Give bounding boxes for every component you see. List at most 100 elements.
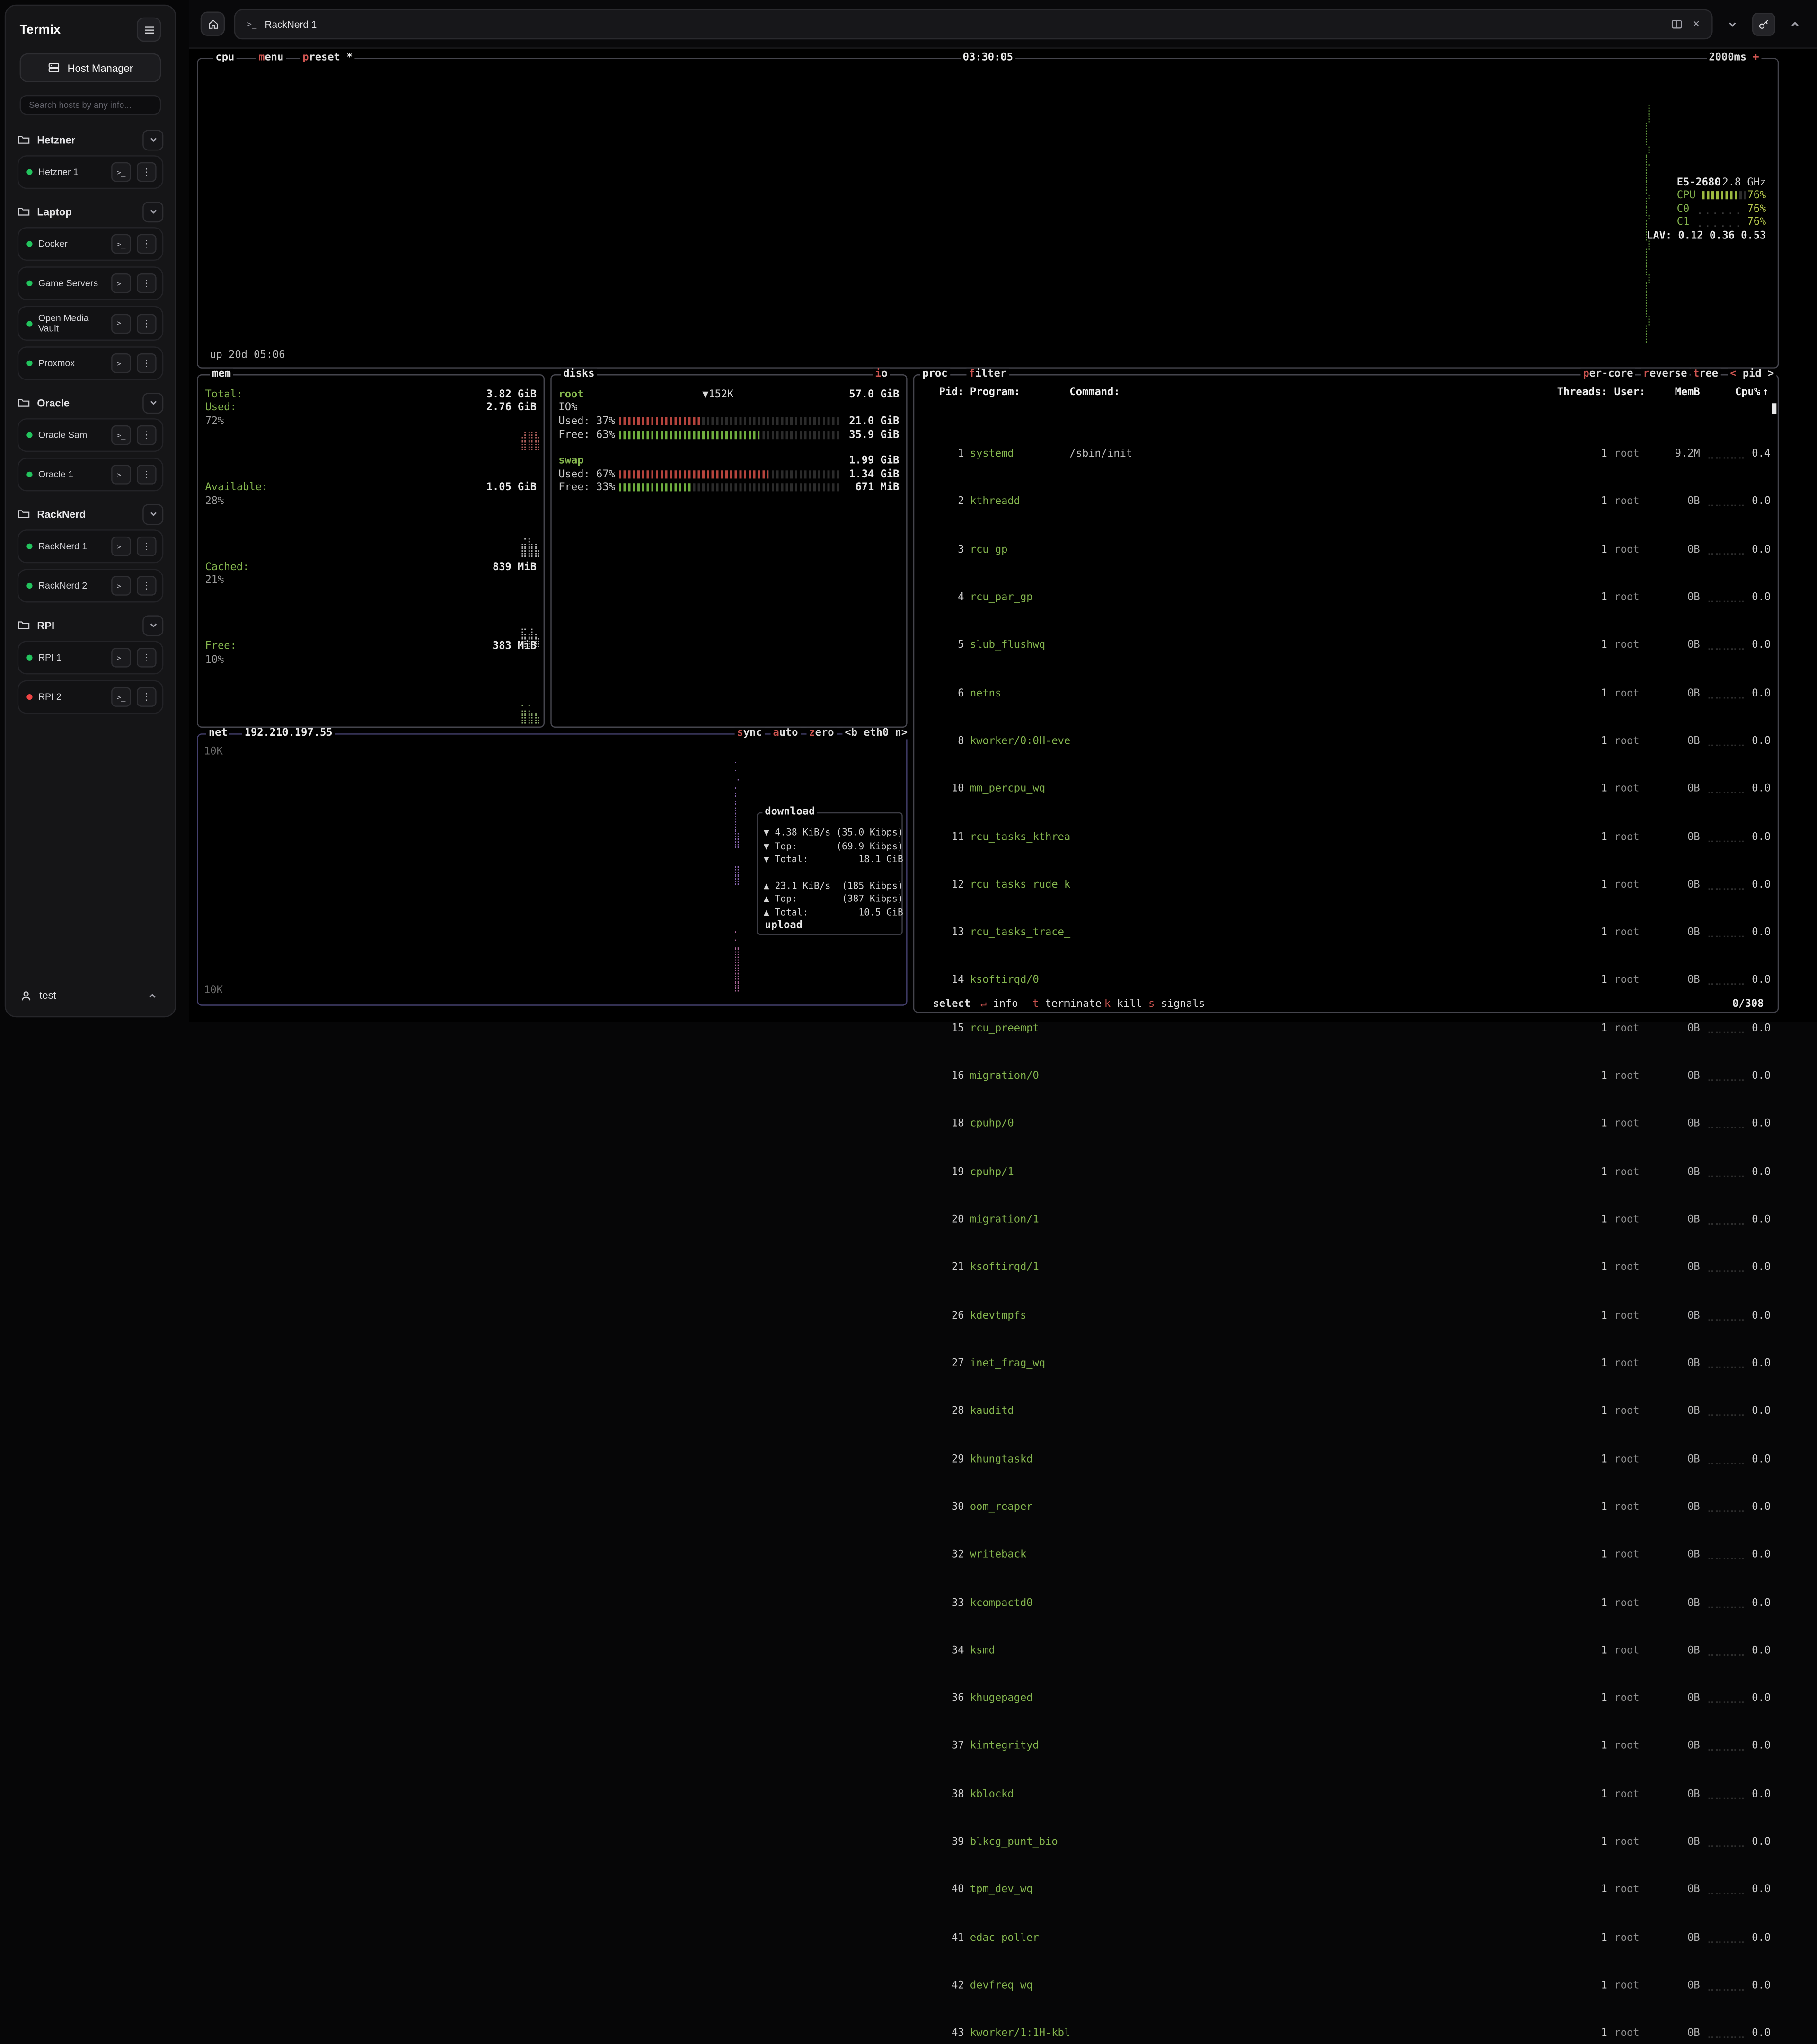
group-collapse-button[interactable]: [142, 201, 163, 222]
host-more-button[interactable]: ⋮: [137, 314, 157, 334]
host-more-button[interactable]: ⋮: [137, 234, 157, 254]
host-terminal-button[interactable]: >_: [111, 576, 131, 596]
proc-row[interactable]: 10 mm_percpu_wq 1 root 0B 0.0: [924, 784, 1768, 797]
host-terminal-button[interactable]: >_: [111, 354, 131, 374]
host-terminal-button[interactable]: >_: [111, 234, 131, 254]
proc-row[interactable]: 3 rcu_gp 1 root 0B 0.0: [924, 544, 1768, 557]
host-item[interactable]: Oracle Sam >_ ⋮: [18, 419, 164, 452]
group-header[interactable]: Laptop: [18, 202, 164, 221]
net-sync-tag[interactable]: sync: [735, 728, 765, 739]
group-header[interactable]: Oracle: [18, 393, 164, 413]
proc-reverse-tag[interactable]: reverse: [1641, 369, 1690, 380]
tab-close-button[interactable]: ×: [1693, 18, 1700, 29]
proc-row[interactable]: 32 writeback 1 root 0B 0.0: [924, 1550, 1768, 1563]
proc-tree-tag[interactable]: tree: [1691, 369, 1720, 380]
proc-row[interactable]: 16 migration/0 1 root 0B 0.0: [924, 1071, 1768, 1084]
host-more-button[interactable]: ⋮: [137, 354, 157, 374]
terminal-tab[interactable]: >_ RackNerd 1 ×: [234, 9, 1713, 39]
proc-row[interactable]: 1 systemd /sbin/init 1 root 9.2M 0.4: [924, 449, 1768, 462]
admin-key-button[interactable]: [1752, 12, 1775, 35]
host-item[interactable]: RPI 1 >_ ⋮: [18, 641, 164, 675]
host-more-button[interactable]: ⋮: [137, 648, 157, 668]
group-collapse-button[interactable]: [142, 393, 163, 414]
host-item[interactable]: Hetzner 1 >_ ⋮: [18, 155, 164, 189]
panel-down-button[interactable]: [1722, 13, 1743, 34]
split-view-icon[interactable]: [1670, 18, 1682, 29]
proc-row[interactable]: 28 kauditd 1 root 0B 0.0: [924, 1406, 1768, 1419]
host-manager-button[interactable]: Host Manager: [20, 53, 161, 82]
terminal[interactable]: cpu menu preset * 03:30:05 2000ms + ⢸ ⢸ …: [189, 49, 1817, 1022]
proc-row[interactable]: 12 rcu_tasks_rude_k 1 root 0B 0.0: [924, 879, 1768, 892]
proc-filter-tag[interactable]: filter: [966, 369, 1008, 380]
host-item[interactable]: Game Servers >_ ⋮: [18, 266, 164, 300]
proc-row[interactable]: 37 kintegrityd 1 root 0B 0.0: [924, 1741, 1768, 1754]
net-auto-tag[interactable]: auto: [771, 728, 801, 739]
header-command[interactable]: Command:: [1069, 387, 1120, 398]
proc-row[interactable]: 8 kworker/0:0H-eve 1 root 0B 0.0: [924, 736, 1768, 749]
host-terminal-button[interactable]: >_: [111, 648, 131, 668]
header-cpu[interactable]: Cpu%: [1730, 387, 1760, 398]
proc-row[interactable]: 36 khugepaged 1 root 0B 0.0: [924, 1693, 1768, 1706]
host-terminal-button[interactable]: >_: [111, 687, 131, 707]
footer-select[interactable]: select: [931, 999, 973, 1010]
io-mode-tag[interactable]: io: [873, 369, 890, 380]
host-more-button[interactable]: ⋮: [137, 162, 157, 182]
proc-row[interactable]: 6 netns 1 root 0B 0.0: [924, 688, 1768, 701]
proc-row[interactable]: 38 kblockd 1 root 0B 0.0: [924, 1789, 1768, 1802]
host-more-button[interactable]: ⋮: [137, 687, 157, 707]
group-collapse-button[interactable]: [142, 615, 163, 636]
host-terminal-button[interactable]: >_: [111, 314, 131, 334]
home-button[interactable]: [201, 11, 225, 35]
panel-up-button[interactable]: [1784, 13, 1805, 34]
menu-tag[interactable]: menu: [256, 52, 286, 63]
host-more-button[interactable]: ⋮: [137, 465, 157, 485]
footer-terminate[interactable]: t terminate: [1030, 999, 1104, 1010]
proc-row[interactable]: 29 khungtaskd 1 root 0B 0.0: [924, 1454, 1768, 1467]
proc-row[interactable]: 33 kcompactd0 1 root 0B 0.0: [924, 1597, 1768, 1611]
host-item[interactable]: Docker >_ ⋮: [18, 227, 164, 261]
proc-row[interactable]: 41 edac-poller 1 root 0B 0.0: [924, 1932, 1768, 1946]
proc-row[interactable]: 21 ksoftirqd/1 1 root 0B 0.0: [924, 1262, 1768, 1276]
proc-row[interactable]: 20 migration/1 1 root 0B 0.0: [924, 1215, 1768, 1228]
proc-row[interactable]: 43 kworker/1:1H-kbl 1 root 0B 0.0: [924, 2028, 1768, 2042]
group-header[interactable]: Hetzner: [18, 130, 164, 150]
proc-row[interactable]: 14 ksoftirqd/0 1 root 0B 0.0: [924, 975, 1768, 988]
host-terminal-button[interactable]: >_: [111, 426, 131, 446]
host-terminal-button[interactable]: >_: [111, 162, 131, 182]
footer-kill[interactable]: k kill: [1102, 999, 1144, 1010]
host-terminal-button[interactable]: >_: [111, 537, 131, 557]
proc-row[interactable]: 39 blkcg_punt_bio 1 root 0B 0.0: [924, 1837, 1768, 1850]
host-terminal-button[interactable]: >_: [111, 273, 131, 293]
proc-row[interactable]: 26 kdevtmpfs 1 root 0B 0.0: [924, 1310, 1768, 1323]
header-program[interactable]: Program:: [970, 387, 1020, 398]
proc-row[interactable]: 30 oom_reaper 1 root 0B 0.0: [924, 1502, 1768, 1515]
update-interval-tag[interactable]: 2000ms +: [1706, 52, 1761, 63]
group-collapse-button[interactable]: [142, 504, 163, 525]
header-user[interactable]: User:: [1614, 387, 1645, 398]
sidebar-menu-button[interactable]: [137, 18, 161, 42]
proc-sort-selector[interactable]: < pid >: [1728, 369, 1776, 380]
host-more-button[interactable]: ⋮: [137, 273, 157, 293]
sidebar-footer[interactable]: test: [6, 975, 175, 1016]
header-mem[interactable]: MemB: [1654, 387, 1700, 398]
host-item[interactable]: Open Media Vault >_ ⋮: [18, 306, 164, 341]
host-item[interactable]: RPI 2 >_ ⋮: [18, 680, 164, 714]
group-collapse-button[interactable]: [142, 129, 163, 150]
proc-row[interactable]: 42 devfreq_wq 1 root 0B 0.0: [924, 1980, 1768, 1993]
proc-row[interactable]: 2 kthreadd 1 root 0B 0.0: [924, 496, 1768, 510]
host-item[interactable]: RackNerd 2 >_ ⋮: [18, 569, 164, 603]
search-input[interactable]: [20, 95, 161, 115]
group-header[interactable]: RackNerd: [18, 504, 164, 524]
proc-row[interactable]: 4 rcu_par_gp 1 root 0B 0.0: [924, 592, 1768, 605]
host-item[interactable]: Oracle 1 >_ ⋮: [18, 458, 164, 492]
host-item[interactable]: RackNerd 1 >_ ⋮: [18, 530, 164, 564]
net-interface-tag[interactable]: <b eth0 n>: [842, 728, 910, 739]
proc-row[interactable]: 15 rcu_preempt 1 root 0B 0.0: [924, 1023, 1768, 1036]
proc-row[interactable]: 19 cpuhp/1 1 root 0B 0.0: [924, 1166, 1768, 1180]
host-terminal-button[interactable]: >_: [111, 465, 131, 485]
net-zero-tag[interactable]: zero: [807, 728, 837, 739]
proc-row[interactable]: 18 cpuhp/0 1 root 0B 0.0: [924, 1119, 1768, 1132]
proc-row[interactable]: 13 rcu_tasks_trace_ 1 root 0B 0.0: [924, 927, 1768, 941]
host-item[interactable]: Proxmox >_ ⋮: [18, 347, 164, 380]
proc-row[interactable]: 34 ksmd 1 root 0B 0.0: [924, 1645, 1768, 1658]
